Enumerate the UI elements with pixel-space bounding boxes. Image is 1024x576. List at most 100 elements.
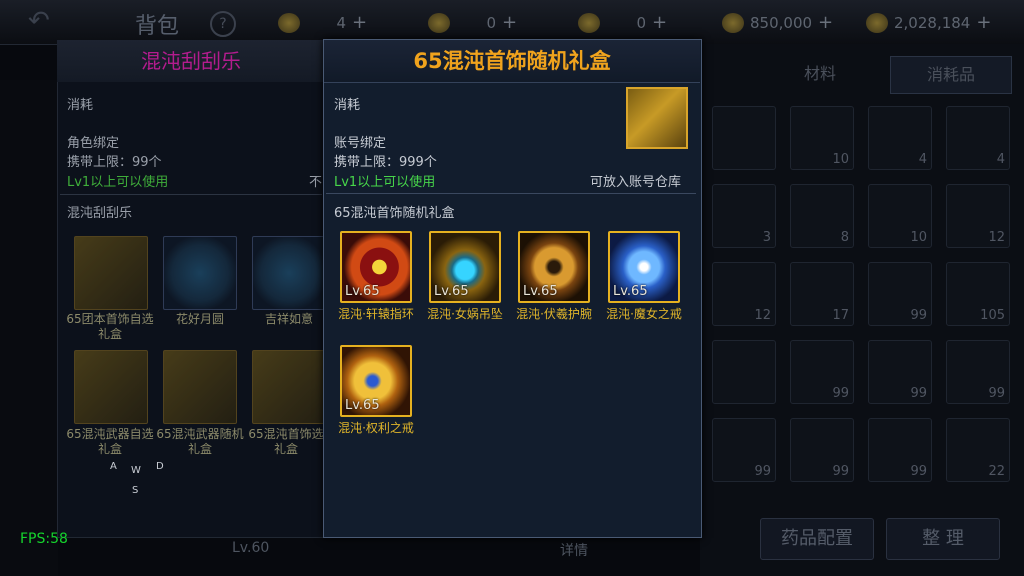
gem-icon (578, 12, 600, 33)
resource-ticket: 0 + (428, 12, 517, 33)
left-section-title: 混沌刮刮乐 (67, 206, 133, 221)
left-item-1[interactable] (74, 236, 148, 310)
add-ticket-button[interactable]: + (502, 12, 517, 33)
popup-item-bind: 账号绑定 (334, 136, 387, 151)
inventory-slot[interactable]: 4 (946, 106, 1010, 170)
key-s: S (132, 485, 139, 496)
gift-box-icon (626, 87, 688, 149)
add-bag-gold-button[interactable]: + (976, 12, 991, 33)
level-badge: Lv.60 (232, 540, 270, 556)
popup-contents-title: 65混沌首饰随机礼盒 (334, 206, 455, 221)
inventory-slot[interactable]: 99 (868, 340, 932, 404)
inventory-slot[interactable]: 99 (868, 418, 932, 482)
slot-count: 3 (762, 230, 771, 245)
reward-item-1-label: 混沌·轩辕指环 (338, 307, 414, 321)
reward-item-4[interactable]: Lv.65 (608, 231, 680, 303)
reward-item-3-label: 混沌·伏羲护腕 (516, 307, 592, 321)
left-item-4-label: 65混沌武器自选礼盒 (66, 427, 154, 456)
inventory-slot[interactable] (712, 106, 776, 170)
reward-item-5-label: 混沌·权利之戒 (338, 421, 414, 435)
resource-gem: 0 + (578, 12, 667, 33)
divider (326, 193, 696, 194)
slot-count: 12 (988, 230, 1005, 245)
popup-item-storage: 可放入账号仓库 (590, 175, 682, 190)
key-a: A (110, 461, 117, 472)
left-item-limit: 携带上限：99个 (67, 155, 162, 170)
slot-count: 99 (832, 464, 849, 479)
left-item-2[interactable] (163, 236, 237, 310)
reward-item-1[interactable]: Lv.65 (340, 231, 412, 303)
slot-count: 99 (754, 464, 771, 479)
item-level: Lv.65 (613, 284, 648, 299)
left-item-type: 消耗 (67, 98, 94, 113)
add-coin-button[interactable]: + (352, 12, 367, 33)
left-item-requirement-suffix: 不 (309, 175, 323, 190)
divider (60, 194, 322, 195)
inventory-slot[interactable]: 99 (868, 262, 932, 326)
popup-item-type: 消耗 (334, 98, 361, 113)
help-button[interactable]: ? (210, 11, 236, 37)
gold-icon (722, 12, 744, 33)
item-level: Lv.65 (345, 398, 380, 413)
inventory-slot[interactable]: 10 (868, 184, 932, 248)
inventory-slot[interactable]: 12 (946, 184, 1010, 248)
popup-title: 65混沌首饰随机礼盒 (413, 49, 611, 73)
slot-count: 8 (840, 230, 849, 245)
reward-item-4-label: 混沌·魔女之戒 (606, 307, 682, 321)
tab-consumables[interactable]: 消耗品 (890, 56, 1012, 94)
potion-config-button[interactable]: 药品配置 (760, 518, 874, 560)
inventory-slot[interactable]: 12 (712, 262, 776, 326)
back-button[interactable]: ↶ (28, 6, 88, 38)
slot-count: 22 (988, 464, 1005, 479)
resource-gold: 850,000 + (722, 12, 833, 33)
reward-item-2[interactable]: Lv.65 (429, 231, 501, 303)
inventory-slot[interactable]: 8 (790, 184, 854, 248)
inventory-slot[interactable] (712, 340, 776, 404)
inventory-slot[interactable]: 99 (712, 418, 776, 482)
left-item-4[interactable] (74, 350, 148, 424)
inventory-slot[interactable]: 22 (946, 418, 1010, 482)
left-item-1-label: 65团本首饰自选礼盒 (66, 312, 154, 341)
item-level: Lv.65 (523, 284, 558, 299)
inventory-slot[interactable]: 99 (790, 418, 854, 482)
left-item-2-label: 花好月圆 (175, 312, 224, 326)
ticket-icon (428, 12, 450, 33)
inventory-slot[interactable]: 105 (946, 262, 1010, 326)
fps-counter: FPS:58 (20, 531, 68, 547)
resource-bag-gold: 2,028,184 + (866, 12, 991, 33)
detail-button[interactable]: 详情 (560, 540, 610, 560)
tab-materials[interactable]: 材料 (760, 56, 880, 92)
slot-count: 10 (910, 230, 927, 245)
inventory-slot[interactable]: 99 (790, 340, 854, 404)
key-d: D (156, 461, 164, 472)
reward-item-3[interactable]: Lv.65 (518, 231, 590, 303)
slot-count: 105 (980, 308, 1005, 323)
left-item-6[interactable] (252, 350, 326, 424)
inventory-slot[interactable]: 99 (946, 340, 1010, 404)
sort-button[interactable]: 整 理 (886, 518, 1000, 560)
slot-count: 4 (918, 152, 927, 167)
reward-item-5[interactable]: Lv.65 (340, 345, 412, 417)
inventory-slot[interactable]: 10 (790, 106, 854, 170)
left-panel-title: 混沌刮刮乐 (57, 40, 325, 82)
slot-count: 99 (832, 386, 849, 401)
add-gold-button[interactable]: + (818, 12, 833, 33)
reward-item-2-label: 混沌·女娲吊坠 (427, 307, 503, 321)
resource-coin: 4 + (278, 12, 367, 33)
inventory-slot[interactable]: 3 (712, 184, 776, 248)
slot-count: 17 (832, 308, 849, 323)
left-item-5-label: 65混沌武器随机礼盒 (156, 427, 244, 456)
left-item-5[interactable] (163, 350, 237, 424)
bag-title: 背包 (135, 14, 180, 39)
slot-count: 99 (910, 386, 927, 401)
inventory-slot[interactable]: 17 (790, 262, 854, 326)
coin-icon (278, 12, 300, 33)
slot-count: 12 (754, 308, 771, 323)
popup-item-requirement: Lv1以上可以使用 (334, 175, 436, 190)
add-gem-button[interactable]: + (652, 12, 667, 33)
inventory-slot[interactable]: 4 (868, 106, 932, 170)
item-level: Lv.65 (345, 284, 380, 299)
key-w: W (131, 465, 141, 476)
left-item-3[interactable] (252, 236, 326, 310)
item-level: Lv.65 (434, 284, 469, 299)
